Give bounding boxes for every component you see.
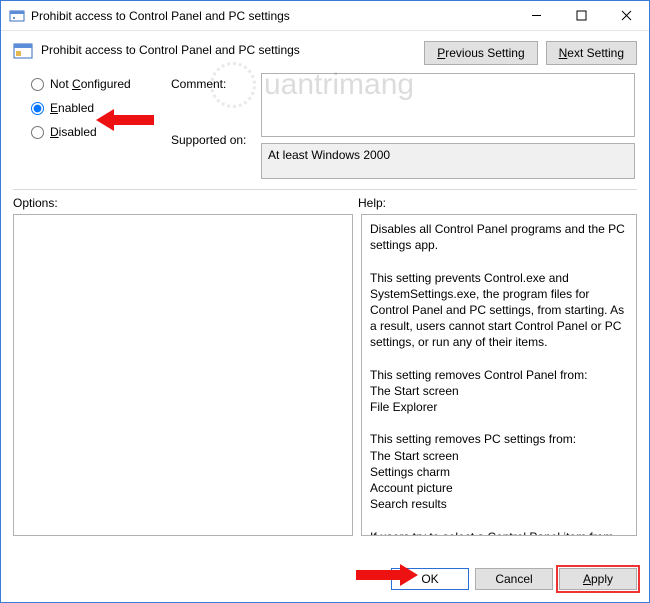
field-column: At least Windows 2000 [261,73,637,179]
gpo-policy-window: Prohibit access to Control Panel and PC … [0,0,650,603]
radio-enabled-label: Enabled [50,101,94,115]
comment-textarea[interactable] [261,73,635,137]
radio-disabled-label: Disabled [50,125,97,139]
close-button[interactable] [604,1,649,30]
radio-enabled-input[interactable] [31,102,44,115]
field-labels: Comment: Supported on: [171,73,261,179]
radio-enabled[interactable]: Enabled [31,101,171,115]
help-label: Help: [358,196,637,210]
previous-setting-button[interactable]: Previous Setting [424,41,537,65]
minimize-button[interactable] [514,1,559,30]
maximize-button[interactable] [559,1,604,30]
radio-not-configured-label: Not Configured [50,77,131,91]
radio-disabled-input[interactable] [31,126,44,139]
apply-button[interactable]: Apply [559,568,637,590]
window-title: Prohibit access to Control Panel and PC … [31,9,514,23]
options-panel[interactable] [13,214,353,536]
next-setting-button[interactable]: Next Setting [546,41,637,65]
ok-button[interactable]: OK [391,568,469,590]
policy-large-icon [13,41,33,61]
comment-label: Comment: [171,77,261,91]
panels-header: Options: Help: [1,196,649,214]
footer-buttons: OK Cancel Apply [1,558,649,602]
nav-buttons: Previous Setting Next Setting [424,41,637,65]
subheader: Prohibit access to Control Panel and PC … [1,31,649,69]
supported-on-label: Supported on: [171,133,261,147]
policy-icon [9,8,25,24]
config-row: Not Configured Enabled Disabled Comment:… [1,69,649,179]
radio-not-configured[interactable]: Not Configured [31,77,171,91]
window-controls [514,1,649,30]
panels: Disables all Control Panel programs and … [1,214,649,558]
supported-on-box: At least Windows 2000 [261,143,635,179]
radio-not-configured-input[interactable] [31,78,44,91]
radio-disabled[interactable]: Disabled [31,125,171,139]
divider [13,189,637,190]
policy-title: Prohibit access to Control Panel and PC … [41,41,424,57]
help-text: Disables all Control Panel programs and … [370,221,628,536]
cancel-button[interactable]: Cancel [475,568,553,590]
supported-on-text: At least Windows 2000 [268,148,390,162]
titlebar: Prohibit access to Control Panel and PC … [1,1,649,31]
options-label: Options: [13,196,358,210]
help-panel[interactable]: Disables all Control Panel programs and … [361,214,637,536]
radio-group: Not Configured Enabled Disabled [31,73,171,179]
